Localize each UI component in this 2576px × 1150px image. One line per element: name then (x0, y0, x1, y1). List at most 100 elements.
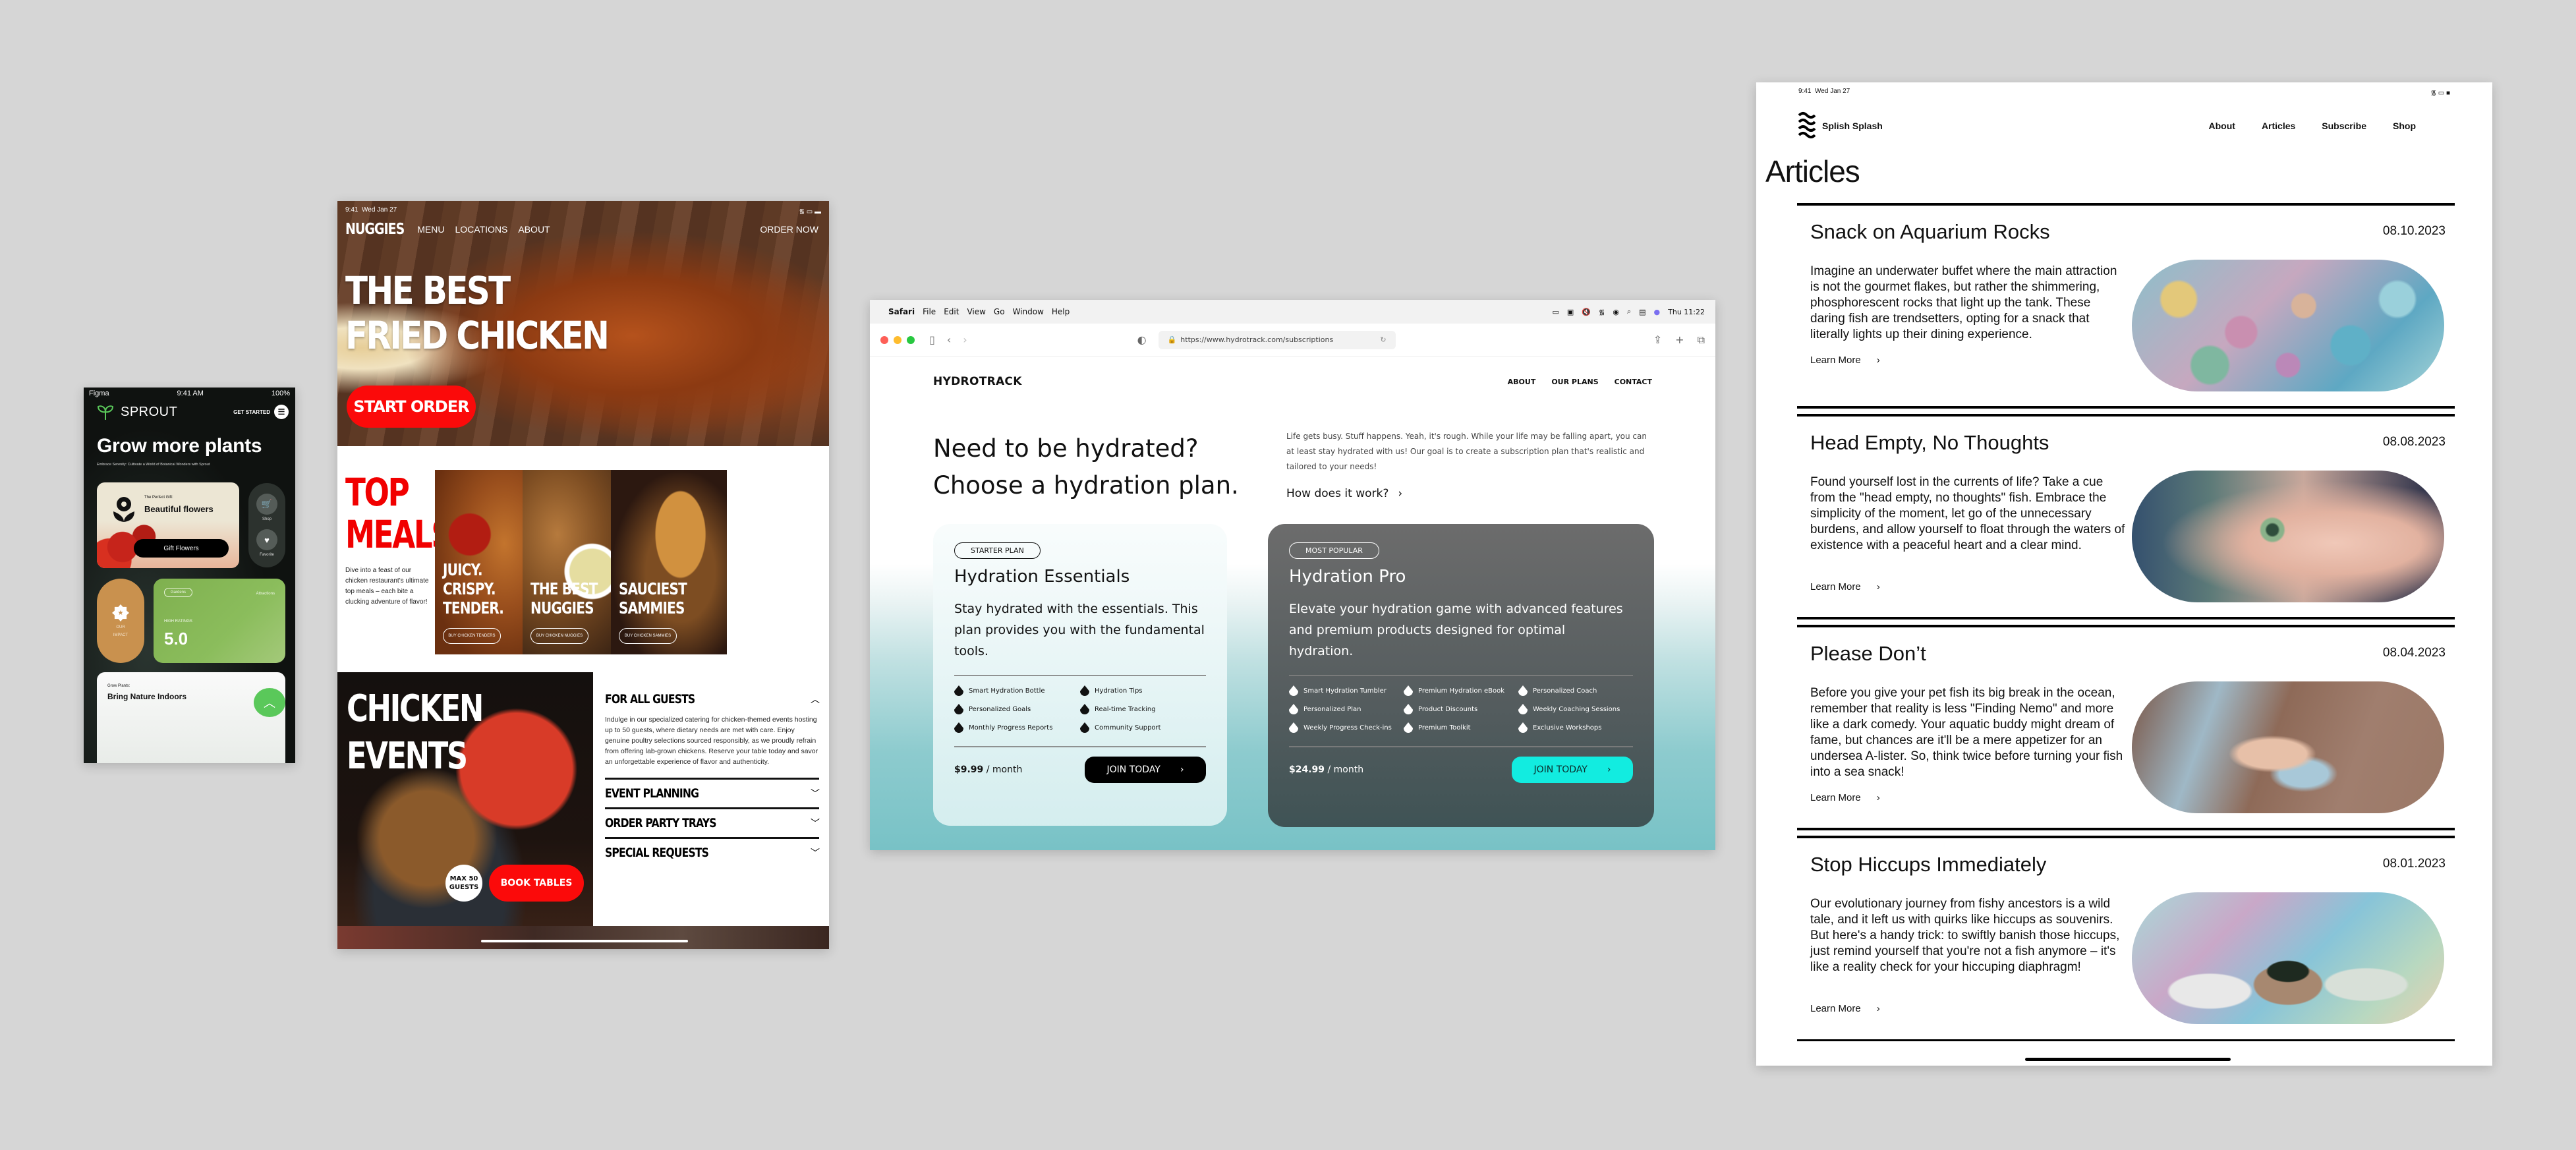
top-nav: NUGGIES MENU LOCATIONS ABOUT ORDER NOW (345, 221, 818, 238)
favorite-action[interactable]: ♥ Favorite (256, 529, 277, 557)
nav-articles[interactable]: Articles (2262, 121, 2295, 131)
how-it-works-link[interactable]: How does it work? › (1286, 487, 1402, 500)
nav-contact[interactable]: CONTACT (1615, 378, 1652, 386)
accordion-header[interactable]: EVENT PLANNING ﹀ (605, 786, 820, 801)
zoom-window-button[interactable] (907, 335, 915, 344)
gardens-chip[interactable]: Gardens (164, 588, 193, 597)
splish-logo[interactable]: Splish Splash (1798, 111, 1883, 140)
accordion-header[interactable]: SPECIAL REQUESTS ﹀ (605, 846, 820, 860)
sidebar-icon[interactable]: ▯ (929, 333, 935, 346)
plan-price: $24.99 / month (1289, 764, 1363, 775)
reload-icon[interactable]: ↻ (1380, 335, 1386, 344)
price-amount: $9.99 (954, 764, 984, 775)
join-today-button[interactable]: JOIN TODAY › (1085, 757, 1206, 783)
mute-icon[interactable]: 🔇 (1582, 308, 1591, 316)
book-tables-button[interactable]: BOOK TABLES (489, 865, 584, 902)
menu-go[interactable]: Go (994, 307, 1005, 316)
close-window-button[interactable] (880, 335, 888, 344)
sprout-logo[interactable]: SPROUT (97, 404, 177, 420)
gift-title: Beautiful flowers (144, 504, 214, 514)
hero-title-line1: THE BEST (345, 268, 511, 313)
events-title: CHICKEN EVENTS (347, 685, 484, 780)
indoor-card[interactable]: Grow Plants: Bring Nature Indoors (97, 672, 285, 763)
max-guests-line2: GUESTS (449, 884, 479, 891)
menu-view[interactable]: View (967, 307, 985, 316)
meal-card-sammies[interactable]: SAUCIEST SAMMIES BUY CHICKEN SAMMIES (611, 470, 727, 654)
article-title[interactable]: Snack on Aquarium Rocks (1810, 220, 2050, 244)
accordion-header[interactable]: FOR ALL GUESTS ︿ (605, 692, 820, 706)
keyboard-icon[interactable]: ▣ (1567, 308, 1574, 316)
airplay-icon[interactable]: ▭ (1552, 308, 1559, 316)
feature-label: Personalized Coach (1533, 687, 1597, 695)
back-icon[interactable]: ‹ (947, 333, 951, 346)
hydrotrack-logo[interactable]: HYDROTRACK (933, 375, 1022, 388)
tab-overview-icon[interactable]: ⧉ (1698, 333, 1705, 347)
join-today-button[interactable]: JOIN TODAY › (1512, 757, 1633, 783)
control-center-icon[interactable]: ▤ (1639, 308, 1646, 316)
accordion-header[interactable]: ORDER PARTY TRAYS ﹀ (605, 816, 820, 830)
learn-more-link[interactable]: Learn More › (1810, 355, 1880, 366)
site-nav-links: ABOUT OUR PLANS CONTACT (1508, 378, 1652, 386)
headline-line1: Need to be hydrated? (933, 434, 1199, 463)
chevron-right-icon: › (1876, 1003, 1880, 1014)
minimize-window-button[interactable] (894, 335, 902, 344)
nav-about[interactable]: ABOUT (1508, 378, 1536, 386)
feature-item: Smart Hydration Bottle (954, 685, 1080, 696)
accordion-body: Indulge in our specialized catering for … (605, 716, 818, 766)
shop-action[interactable]: 🛒 Shop (256, 494, 277, 521)
share-icon[interactable]: ⇪ (1653, 333, 1662, 347)
meal-title-line: SAMMIES (619, 598, 685, 618)
nav-about[interactable]: ABOUT (518, 224, 550, 235)
forward-icon[interactable]: › (963, 333, 967, 346)
article-title[interactable]: Stop Hiccups Immediately (1810, 853, 2046, 877)
feature-label: Weekly Coaching Sessions (1533, 705, 1620, 713)
buy-tenders-button[interactable]: BUY CHICKEN TENDERS (443, 628, 501, 644)
accordion-item: FOR ALL GUESTS ︿ Indulge in our speciali… (605, 685, 820, 780)
privacy-shield-icon[interactable]: ◐ (1137, 333, 1147, 346)
siri-icon[interactable]: ● (1654, 308, 1661, 316)
brand-logo[interactable]: NUGGIES (345, 221, 405, 238)
buy-nuggies-button[interactable]: BUY CHICKEN NUGGIES (530, 628, 588, 644)
learn-more-link[interactable]: Learn More › (1810, 1003, 1880, 1014)
gift-flowers-button[interactable]: Gift Flowers (134, 539, 229, 558)
our-impact-button[interactable]: ★ OUR IMPACT (97, 579, 144, 663)
price-amount: $24.99 (1289, 764, 1325, 775)
start-order-button[interactable]: START ORDER (347, 386, 476, 428)
wifi-icon[interactable]: ᯾ (1599, 307, 1605, 317)
nav-shop[interactable]: Shop (2393, 121, 2416, 131)
menu-window[interactable]: Window (1013, 307, 1044, 316)
new-tab-icon[interactable]: + (1675, 333, 1684, 347)
nav-about[interactable]: About (2209, 121, 2235, 131)
plan-name: Hydration Pro (1289, 567, 1406, 587)
footer-image (337, 926, 829, 949)
menu-app[interactable]: Safari (888, 307, 915, 316)
user-icon[interactable]: ◉ (1613, 308, 1619, 316)
nav-menu[interactable]: MENU (417, 224, 444, 235)
nav-order-now[interactable]: ORDER NOW (760, 224, 818, 235)
menu-help[interactable]: Help (1052, 307, 1070, 316)
scroll-to-top-button[interactable]: ︿ (254, 688, 285, 717)
splish-splash-tablet-screen: 9:41 Wed Jan 27 ᯾ ▭ ■ Splish Splash Abou… (1756, 82, 2492, 1066)
menu-file[interactable]: File (923, 307, 936, 316)
price-row: $24.99 / month JOIN TODAY › (1289, 757, 1633, 783)
water-drop-icon (1404, 704, 1413, 714)
article-title[interactable]: Head Empty, No Thoughts (1810, 431, 2049, 455)
article-title[interactable]: Please Don’t (1810, 642, 1926, 666)
buy-sammies-button[interactable]: BUY CHICKEN SAMMIES (619, 628, 677, 644)
meal-title-line: NUGGIES (530, 598, 594, 618)
nav-our-plans[interactable]: OUR PLANS (1551, 378, 1598, 386)
learn-more-link[interactable]: Learn More › (1810, 792, 1880, 803)
gift-eyebrow: The Perfect Gift: (144, 496, 173, 500)
plan-description: Stay hydrated with the essentials. This … (954, 602, 1205, 658)
attractions-link[interactable]: Attractions (256, 592, 275, 596)
spotlight-icon[interactable]: ⌕ (1627, 307, 1631, 316)
feature-label: Weekly Progress Check-ins (1303, 724, 1392, 732)
ratings-card[interactable]: Gardens Attractions HIGH RATINGS 5.0 (154, 579, 285, 663)
learn-more-link[interactable]: Learn More › (1810, 581, 1880, 592)
nav-subscribe[interactable]: Subscribe (2322, 121, 2366, 131)
address-bar[interactable]: 🔒 https://www.hydrotrack.com/subscriptio… (1158, 330, 1396, 349)
menu-edit[interactable]: Edit (944, 307, 959, 316)
hamburger-menu-icon[interactable]: ☰ (274, 405, 289, 419)
nav-locations[interactable]: LOCATIONS (455, 224, 508, 235)
get-started[interactable]: GET STARTED ☰ (233, 405, 289, 419)
